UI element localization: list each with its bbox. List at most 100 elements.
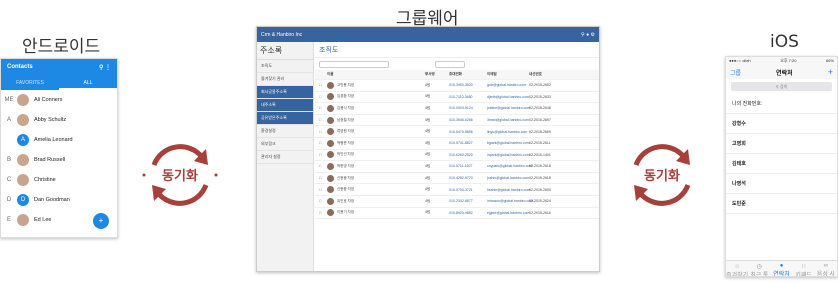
row-checkbox[interactable]: □ bbox=[319, 130, 327, 134]
table-row[interactable]: □ 김경환 차장 4팀 010-7110-3480 djbrth@global.hanb… bbox=[315, 92, 599, 104]
row-phone[interactable]: 010-8920-9852 bbox=[449, 211, 487, 215]
ios-tab-1[interactable]: ◷ 최근 통화 bbox=[748, 261, 770, 276]
groupware-toolbar-icons[interactable]: ⚲ ● ⚙ bbox=[581, 32, 595, 38]
ios-contact-row[interactable]: 도민준 bbox=[726, 194, 837, 214]
ios-contact-row[interactable]: 고영희 bbox=[726, 134, 837, 154]
table-row[interactable]: □ 남정철 차장 4팀 010-3546-6266 3man@global.hanbir… bbox=[315, 115, 599, 127]
row-phone[interactable]: 010-5470-5856 bbox=[449, 130, 487, 134]
row-email[interactable]: inhowoo@global.hanbiro.com bbox=[487, 199, 533, 203]
sidebar-item[interactable]: 즐겨찾기 관리 bbox=[257, 73, 313, 86]
android-contact-row[interactable]: A Abby Schultz bbox=[1, 110, 117, 130]
row-email[interactable]: 3man@global.hanbiro.com bbox=[487, 118, 529, 122]
table-row[interactable]: □ 박병준 차장 4팀 010-5741-8827 bjpark@global.hanb… bbox=[315, 138, 599, 150]
row-email[interactable]: coypark@global.hanbiro.com bbox=[487, 164, 532, 168]
row-email[interactable]: joshin@global.hanbiro.com bbox=[487, 176, 529, 180]
table-row[interactable]: □ 김용식 차장 4팀 010-0003-5124 jobkim@global.hanb… bbox=[315, 103, 599, 115]
android-tab-favorites[interactable]: FAVORITES bbox=[1, 76, 59, 90]
row-checkbox[interactable]: □ bbox=[319, 176, 327, 180]
row-checkbox[interactable]: □ bbox=[319, 83, 327, 87]
table-row[interactable]: □ 유인호 차장 4팀 010-2342-6877 inhowoo@global.han… bbox=[315, 196, 599, 208]
groupware-search-input[interactable] bbox=[319, 60, 389, 68]
android-contact-row[interactable]: B Brad Russell bbox=[1, 150, 117, 170]
row-phone[interactable]: 010-4282-9770 bbox=[449, 176, 487, 180]
table-row[interactable]: □ 이용기 차장 4팀 010-8920-9852 ejglee@global.hanb… bbox=[315, 208, 599, 220]
table-row[interactable]: □ 신현중 차장 4팀 010-9700-3721 hkshin@global.hanb… bbox=[315, 184, 599, 196]
row-name-cell: 신현중 차장 bbox=[327, 174, 425, 182]
ios-contact-row[interactable]: 강형수 bbox=[726, 114, 837, 134]
row-dept: 4팀 bbox=[425, 187, 431, 192]
ios-groups-button[interactable]: 그룹 bbox=[730, 68, 741, 77]
ios-add-button[interactable]: + bbox=[828, 67, 833, 77]
row-dept: 4팀 bbox=[425, 163, 431, 168]
android-contact-row[interactable]: ME Ali Conners bbox=[1, 90, 117, 110]
row-phone[interactable]: 010-3950-3520 bbox=[449, 83, 487, 87]
ios-tab-0[interactable]: ☆ 즐겨찾기 bbox=[726, 261, 748, 276]
row-name-cell: 박인선 차장 bbox=[327, 151, 425, 159]
row-ext: 02-2015-1401 bbox=[529, 152, 551, 157]
row-checkbox[interactable]: □ bbox=[319, 141, 327, 145]
android-contact-row[interactable]: A Amelia Leonard bbox=[1, 130, 117, 150]
row-name-cell: 류영원 차장 bbox=[327, 128, 425, 136]
row-email[interactable]: linyu@global.hanbiro.com bbox=[487, 130, 529, 134]
ios-tab-icon: ☆ bbox=[734, 264, 740, 270]
row-phone[interactable]: 010-6260-2520 bbox=[449, 153, 487, 157]
table-row[interactable]: □ 신현중 차장 4팀 010-4282-9770 joshin@global.hanb… bbox=[315, 173, 599, 185]
row-phone[interactable]: 010-2342-6877 bbox=[449, 199, 487, 203]
sync-label-left: 동기화 bbox=[162, 169, 198, 184]
row-email[interactable]: inpark@global.hanbiro.com bbox=[487, 153, 530, 157]
table-row[interactable]: □ 박한영 차장 4팀 010-5711-1527 coypark@global.han… bbox=[315, 161, 599, 173]
row-checkbox[interactable]: □ bbox=[319, 118, 327, 122]
android-search-icon[interactable]: ⚲ ⋮ bbox=[99, 64, 111, 71]
android-tab-all[interactable]: ALL bbox=[59, 76, 117, 90]
avatar: A bbox=[17, 134, 29, 146]
table-row[interactable]: □ 류영원 차장 4팀 010-5470-5856 linyu@global.hanbi… bbox=[315, 126, 599, 138]
row-phone[interactable]: 010-7110-3480 bbox=[449, 95, 487, 99]
row-phone[interactable]: 010-0003-5124 bbox=[449, 106, 487, 110]
sidebar-item[interactable]: 관리자 설정 bbox=[257, 151, 313, 164]
groupware-toolbar bbox=[315, 58, 599, 70]
sidebar-item[interactable]: 회사공용주소록 bbox=[257, 86, 313, 99]
row-email[interactable]: hkshin@global.hanbiro.com bbox=[487, 188, 530, 192]
ios-tab-3[interactable]: ∷ 키패드 bbox=[793, 261, 815, 276]
table-row[interactable]: □ 박인선 차장 4팀 010-6260-2520 inpark@global.hanb… bbox=[315, 150, 599, 162]
row-email[interactable]: jobkim@global.hanbiro.com bbox=[487, 106, 530, 110]
row-checkbox[interactable]: □ bbox=[319, 106, 327, 110]
row-checkbox[interactable]: □ bbox=[319, 188, 327, 192]
android-contact-row[interactable]: D D Dan Goodman bbox=[1, 190, 117, 210]
ios-search-input[interactable]: ⚲ 검색 bbox=[731, 82, 832, 91]
ios-tab-4[interactable]: ∞음성 사서함 bbox=[815, 261, 837, 276]
android-contact-row[interactable]: C Christine bbox=[1, 170, 117, 190]
sidebar-item[interactable]: 외부링크 bbox=[257, 138, 313, 151]
contact-name: Brad Russell bbox=[34, 157, 66, 163]
row-phone[interactable]: 010-3546-6266 bbox=[449, 118, 487, 122]
row-checkbox[interactable]: □ bbox=[319, 164, 327, 168]
sidebar-item[interactable]: 내주소록 bbox=[257, 99, 313, 112]
row-checkbox[interactable]: □ bbox=[319, 95, 327, 99]
row-checkbox[interactable]: □ bbox=[319, 199, 327, 203]
row-name: 박한영 차장 bbox=[337, 163, 355, 168]
groupware-filter-button[interactable] bbox=[435, 60, 465, 68]
sidebar-item[interactable]: 공유받은주소록 bbox=[257, 112, 313, 125]
row-name-cell: 이용기 차장 bbox=[327, 209, 425, 217]
row-checkbox[interactable]: □ bbox=[319, 153, 327, 157]
ios-contact-row[interactable]: 나영석 bbox=[726, 174, 837, 194]
row-email[interactable]: gotr@global.hanbiro.com bbox=[487, 83, 529, 87]
row-phone[interactable]: 010-5741-8827 bbox=[449, 141, 487, 145]
table-row[interactable]: □ 고민용 차장 4팀 010-3950-3520 gotr@global.hanbir… bbox=[315, 80, 599, 92]
row-phone[interactable]: 010-9700-3721 bbox=[449, 188, 487, 192]
row-email[interactable]: djbrth@global.hanbiro.com bbox=[487, 95, 529, 99]
add-contact-button[interactable]: + bbox=[93, 213, 109, 229]
ios-nav-bar: 그룹 연락처 + bbox=[726, 65, 837, 79]
col-ext: 내선번호 bbox=[529, 72, 542, 76]
ios-contact-row[interactable]: 김태호 bbox=[726, 154, 837, 174]
row-ext: 02-2015-2633 bbox=[529, 94, 551, 99]
contact-name: Amelia Leonard bbox=[34, 137, 73, 143]
ios-tab-label: 최근 통화 bbox=[750, 273, 769, 277]
sidebar-item[interactable]: 조직도 bbox=[257, 60, 313, 73]
row-email[interactable]: bjpark@global.hanbiro.com bbox=[487, 141, 530, 145]
row-phone[interactable]: 010-5711-1527 bbox=[449, 164, 487, 168]
ios-tab-2[interactable]: ● 연락처 bbox=[770, 261, 792, 276]
row-email[interactable]: ejglee@global.hanbiro.com bbox=[487, 211, 529, 215]
sidebar-item[interactable]: 환경설정 bbox=[257, 125, 313, 138]
row-checkbox[interactable]: □ bbox=[319, 211, 327, 215]
